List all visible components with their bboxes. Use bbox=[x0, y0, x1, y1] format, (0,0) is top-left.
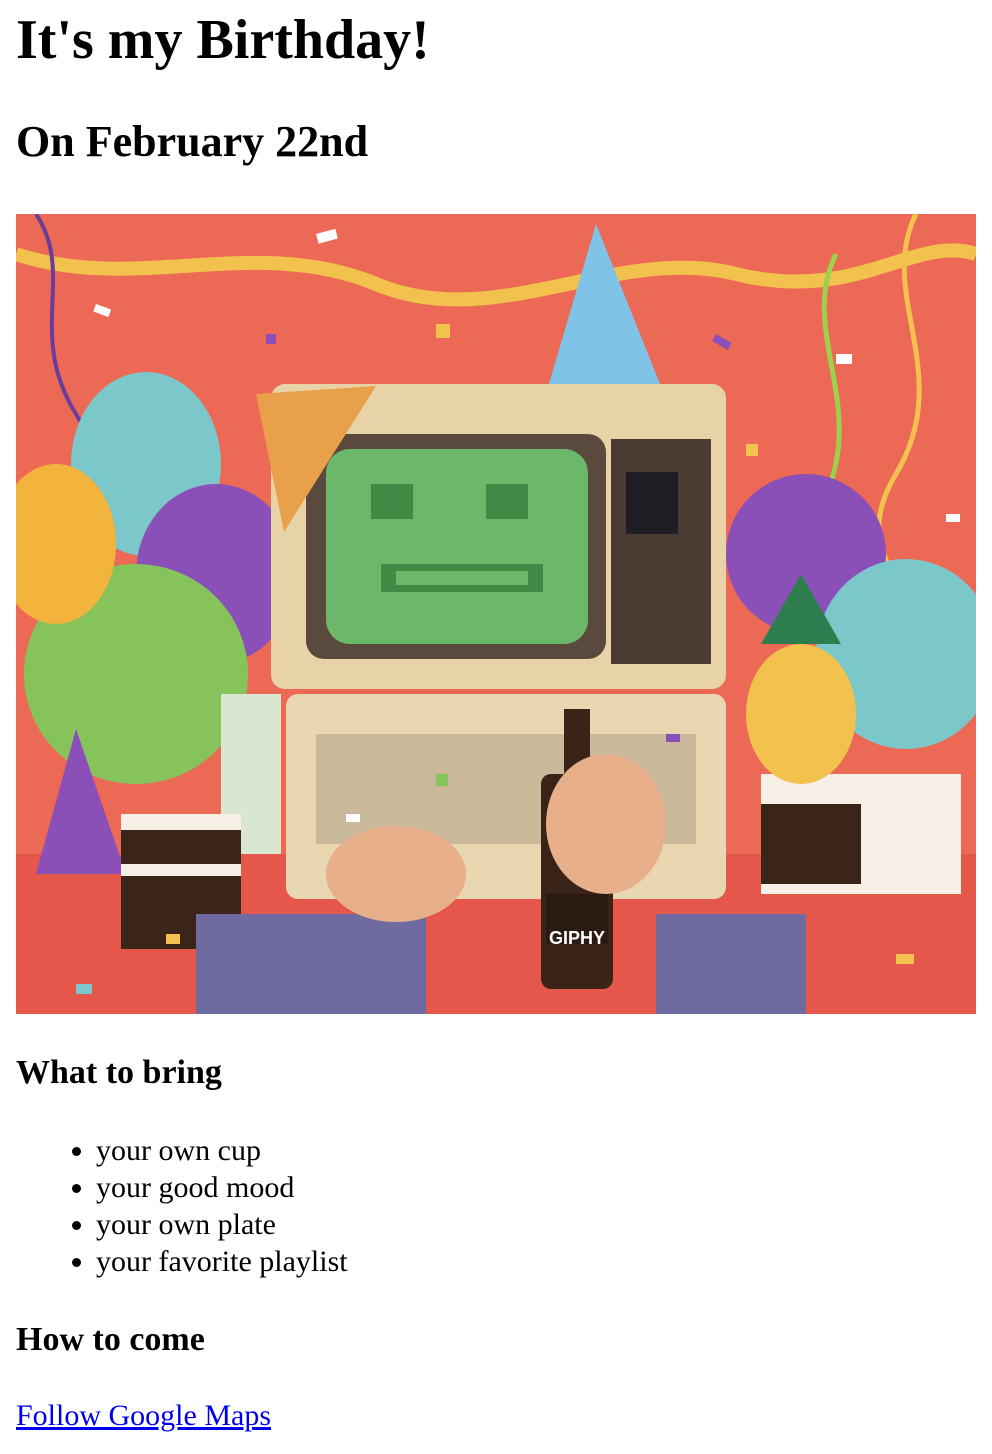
list-item: your good mood bbox=[96, 1169, 348, 1206]
birthday-party-image: GIPHY bbox=[16, 214, 976, 1014]
page: It's my Birthday! On February 22nd bbox=[0, 0, 992, 220]
what-to-bring-heading: What to bring bbox=[16, 1054, 222, 1091]
page-title: It's my Birthday! bbox=[16, 9, 430, 71]
page-subtitle: On February 22nd bbox=[16, 117, 369, 166]
list-item: your own cup bbox=[96, 1132, 348, 1169]
bring-list: your own cup your good mood your own pla… bbox=[16, 1132, 348, 1280]
list-item: your own plate bbox=[96, 1206, 348, 1243]
giphy-watermark: GIPHY bbox=[549, 928, 605, 948]
google-maps-link[interactable]: Follow Google Maps bbox=[16, 1396, 271, 1436]
list-item: your favorite playlist bbox=[96, 1243, 348, 1280]
how-to-come-heading: How to come bbox=[16, 1321, 205, 1358]
